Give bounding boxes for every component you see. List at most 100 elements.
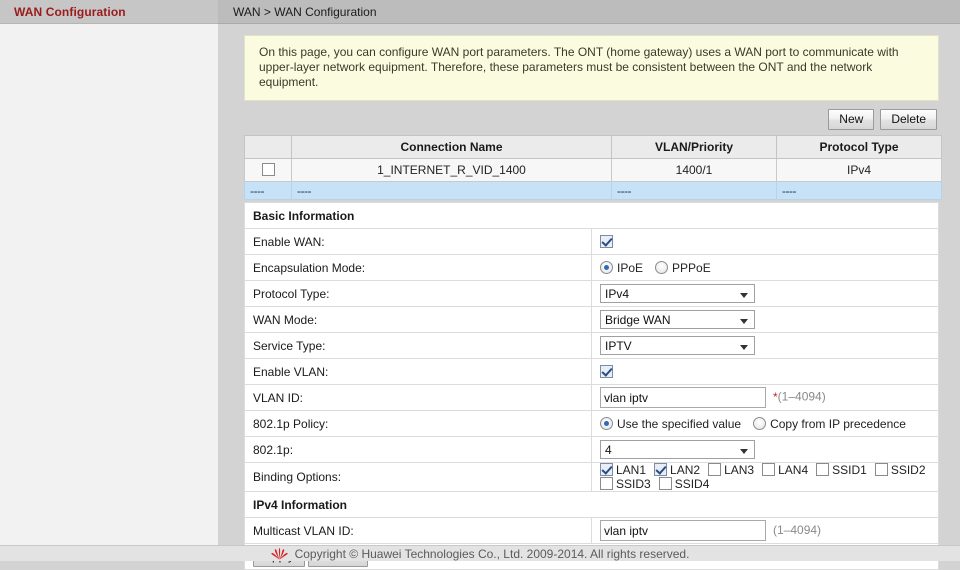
row-select-cell[interactable] (245, 159, 292, 182)
dot1p-policy-label-specified: Use the specified value (617, 417, 741, 431)
sidebar-item-wan-configuration[interactable]: WAN Configuration (0, 0, 218, 24)
binding-checkbox-ssid4[interactable] (659, 477, 672, 490)
label-dot1p: 802.1p: (245, 437, 592, 463)
breadcrumb: WAN > WAN Configuration (218, 0, 960, 24)
service-type-selected: IPTV (605, 339, 632, 353)
section-ipv4-information: IPv4 Information (245, 492, 939, 518)
wan-mode-selected: Bridge WAN (605, 313, 671, 327)
field-encapsulation-mode: Encapsulation Mode: IPoE PPPoE (245, 255, 939, 281)
empty-mark-connection-name: ---- (292, 182, 612, 200)
label-enable-wan: Enable WAN: (245, 229, 592, 255)
field-multicast-vlan-id: Multicast VLAN ID: (1–4094) (245, 518, 939, 544)
binding-checkbox-lan3[interactable] (708, 463, 721, 476)
row-select-checkbox[interactable] (262, 163, 275, 176)
multicast-vlan-id-input[interactable] (600, 520, 766, 541)
value-enable-vlan (592, 359, 939, 385)
chevron-down-icon (740, 293, 748, 298)
value-wan-mode: Bridge WAN (592, 307, 939, 333)
new-button[interactable]: New (828, 109, 874, 130)
label-encapsulation-mode: Encapsulation Mode: (245, 255, 592, 281)
cell-vlan-priority: 1400/1 (612, 159, 777, 182)
main-content: On this page, you can configure WAN port… (218, 24, 960, 545)
binding-label-lan1: LAN1 (616, 463, 646, 477)
value-service-type: IPTV (592, 333, 939, 359)
binding-checkbox-ssid2[interactable] (875, 463, 888, 476)
sidebar: WAN Configuration (0, 0, 218, 545)
table-empty-row: ---- ---- ---- ---- (245, 182, 942, 200)
binding-label-ssid4: SSID4 (675, 477, 710, 491)
encapsulation-label-pppoe: PPPoE (672, 261, 711, 275)
multicast-vlan-id-hint: (1–4094) (773, 523, 821, 537)
field-dot1p-policy: 802.1p Policy: Use the specified valueCo… (245, 411, 939, 437)
footer-copyright: Copyright © Huawei Technologies Co., Ltd… (295, 547, 690, 561)
dot1p-policy-radio-specified[interactable] (600, 417, 613, 430)
value-encapsulation-mode: IPoE PPPoE (592, 255, 939, 281)
info-note-text: On this page, you can configure WAN port… (259, 45, 899, 89)
connections-table: Connection Name VLAN/Priority Protocol T… (244, 135, 942, 200)
value-enable-wan (592, 229, 939, 255)
info-note: On this page, you can configure WAN port… (244, 35, 939, 101)
binding-label-ssid1: SSID1 (832, 463, 867, 477)
encapsulation-label-ipoe: IPoE (617, 261, 643, 275)
table-header-row: Connection Name VLAN/Priority Protocol T… (245, 136, 942, 159)
vlan-id-input[interactable] (600, 387, 766, 408)
cell-protocol-type: IPv4 (777, 159, 942, 182)
chevron-down-icon (740, 319, 748, 324)
dot1p-select[interactable]: 4 (600, 440, 755, 459)
value-dot1p-policy: Use the specified valueCopy from IP prec… (592, 411, 939, 437)
breadcrumb-text: WAN > WAN Configuration (233, 5, 377, 19)
vlan-id-hint: (1–4094) (778, 390, 826, 404)
footer: Copyright © Huawei Technologies Co., Ltd… (0, 545, 960, 561)
column-header-vlan-priority: VLAN/Priority (612, 136, 777, 159)
encapsulation-radio-pppoe[interactable] (655, 261, 668, 274)
binding-label-ssid2: SSID2 (891, 463, 926, 477)
binding-label-lan2: LAN2 (670, 463, 700, 477)
binding-label-lan3: LAN3 (724, 463, 754, 477)
label-wan-mode: WAN Mode: (245, 307, 592, 333)
section-title-basic: Basic Information (245, 203, 939, 229)
section-title-ipv4: IPv4 Information (245, 492, 939, 518)
cell-connection-name: 1_INTERNET_R_VID_1400 (292, 159, 612, 182)
protocol-type-selected: IPv4 (605, 287, 629, 301)
binding-checkbox-lan4[interactable] (762, 463, 775, 476)
dot1p-selected: 4 (605, 443, 612, 457)
binding-checkbox-ssid3[interactable] (600, 477, 613, 490)
field-protocol-type: Protocol Type: IPv4 (245, 281, 939, 307)
dot1p-policy-radio-copy[interactable] (753, 417, 766, 430)
binding-label-lan4: LAN4 (778, 463, 808, 477)
service-type-select[interactable]: IPTV (600, 336, 755, 355)
enable-wan-checkbox[interactable] (600, 235, 613, 248)
field-service-type: Service Type: IPTV (245, 333, 939, 359)
huawei-logo-icon (271, 548, 288, 560)
label-service-type: Service Type: (245, 333, 592, 359)
field-dot1p: 802.1p: 4 (245, 437, 939, 463)
label-enable-vlan: Enable VLAN: (245, 359, 592, 385)
empty-mark-vlan-priority: ---- (612, 182, 777, 200)
enable-vlan-checkbox[interactable] (600, 365, 613, 378)
label-dot1p-policy: 802.1p Policy: (245, 411, 592, 437)
column-header-select (245, 136, 292, 159)
protocol-type-select[interactable]: IPv4 (600, 284, 755, 303)
table-row[interactable]: 1_INTERNET_R_VID_1400 1400/1 IPv4 (245, 159, 942, 182)
label-multicast-vlan-id: Multicast VLAN ID: (245, 518, 592, 544)
binding-checkbox-ssid1[interactable] (816, 463, 829, 476)
encapsulation-radio-ipoe[interactable] (600, 261, 613, 274)
value-dot1p: 4 (592, 437, 939, 463)
binding-checkbox-lan2[interactable] (654, 463, 667, 476)
sidebar-body (0, 24, 218, 545)
field-wan-mode: WAN Mode: Bridge WAN (245, 307, 939, 333)
value-vlan-id: *(1–4094) (592, 385, 939, 411)
binding-checkbox-lan1[interactable] (600, 463, 613, 476)
field-enable-vlan: Enable VLAN: (245, 359, 939, 385)
table-toolbar: New Delete (244, 109, 939, 130)
value-binding-options: LAN1 LAN2 LAN3 LAN4 SSID1 SSID2 SSID3 SSID4 (592, 463, 939, 492)
wan-configuration-page: WAN Configuration WAN > WAN Configuratio… (0, 0, 960, 560)
wan-mode-select[interactable]: Bridge WAN (600, 310, 755, 329)
field-vlan-id: VLAN ID: *(1–4094) (245, 385, 939, 411)
sidebar-item-label: WAN Configuration (14, 5, 126, 19)
binding-label-ssid3: SSID3 (616, 477, 651, 491)
delete-button[interactable]: Delete (880, 109, 937, 130)
column-header-protocol-type: Protocol Type (777, 136, 942, 159)
value-protocol-type: IPv4 (592, 281, 939, 307)
chevron-down-icon (740, 345, 748, 350)
